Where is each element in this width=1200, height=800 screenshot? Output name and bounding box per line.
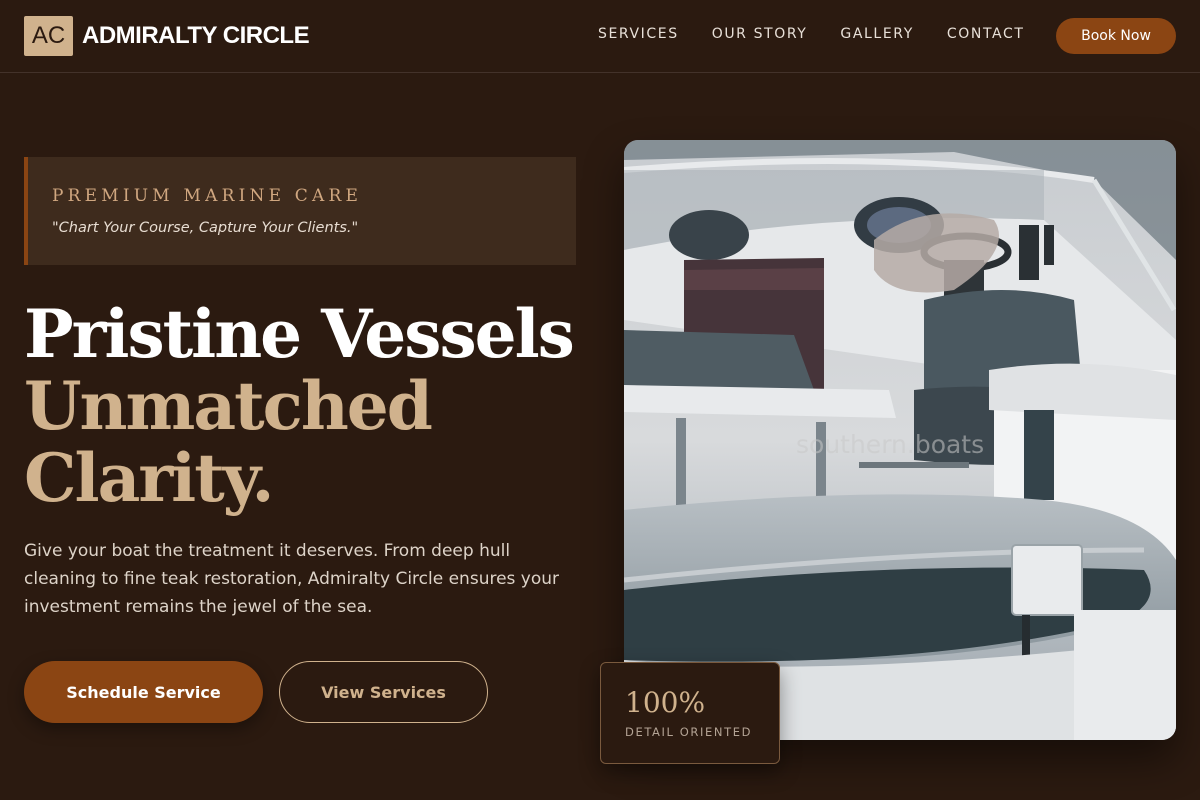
stat-card: 100% DETAIL ORIENTED <box>600 662 780 764</box>
headline-line-3: Clarity. <box>24 439 274 517</box>
tagline-quote: "Chart Your Course, Capture Your Clients… <box>52 220 359 236</box>
nav-link-our-story[interactable]: OUR STORY <box>712 26 808 42</box>
headline-line-1: Pristine Vessels <box>24 295 575 373</box>
tagline-box: PREMIUM MARINE CARE "Chart Your Course, … <box>24 157 576 265</box>
stat-value: 100% <box>625 686 706 719</box>
book-now-button[interactable]: Book Now <box>1056 18 1176 54</box>
boat-interior-photo: southern.boats <box>624 140 1176 740</box>
hero-description: Give your boat the treatment it deserves… <box>24 541 560 617</box>
image-watermark: southern.boats <box>796 430 985 459</box>
stat-label: DETAIL ORIENTED <box>625 725 753 739</box>
brand-name: ADMIRALTY CIRCLE <box>82 22 310 49</box>
nav-link-gallery[interactable]: GALLERY <box>840 26 913 42</box>
brand-logo[interactable]: AC ADMIRALTY CIRCLE <box>24 16 310 56</box>
logo-mark: AC <box>24 16 73 56</box>
headline-line-2: Unmatched <box>24 367 433 445</box>
tagline-kicker: PREMIUM MARINE CARE <box>52 186 363 206</box>
main-nav: SERVICES OUR STORY GALLERY CONTACT <box>598 26 1057 42</box>
nav-link-contact[interactable]: CONTACT <box>947 26 1025 42</box>
site-header: AC ADMIRALTY CIRCLE SERVICES OUR STORY G… <box>0 0 1200 73</box>
nav-link-services[interactable]: SERVICES <box>598 26 679 42</box>
view-services-button[interactable]: View Services <box>279 661 488 723</box>
schedule-service-button[interactable]: Schedule Service <box>24 661 263 723</box>
hero-headline: Pristine Vessels Unmatched Clarity. <box>24 298 584 514</box>
